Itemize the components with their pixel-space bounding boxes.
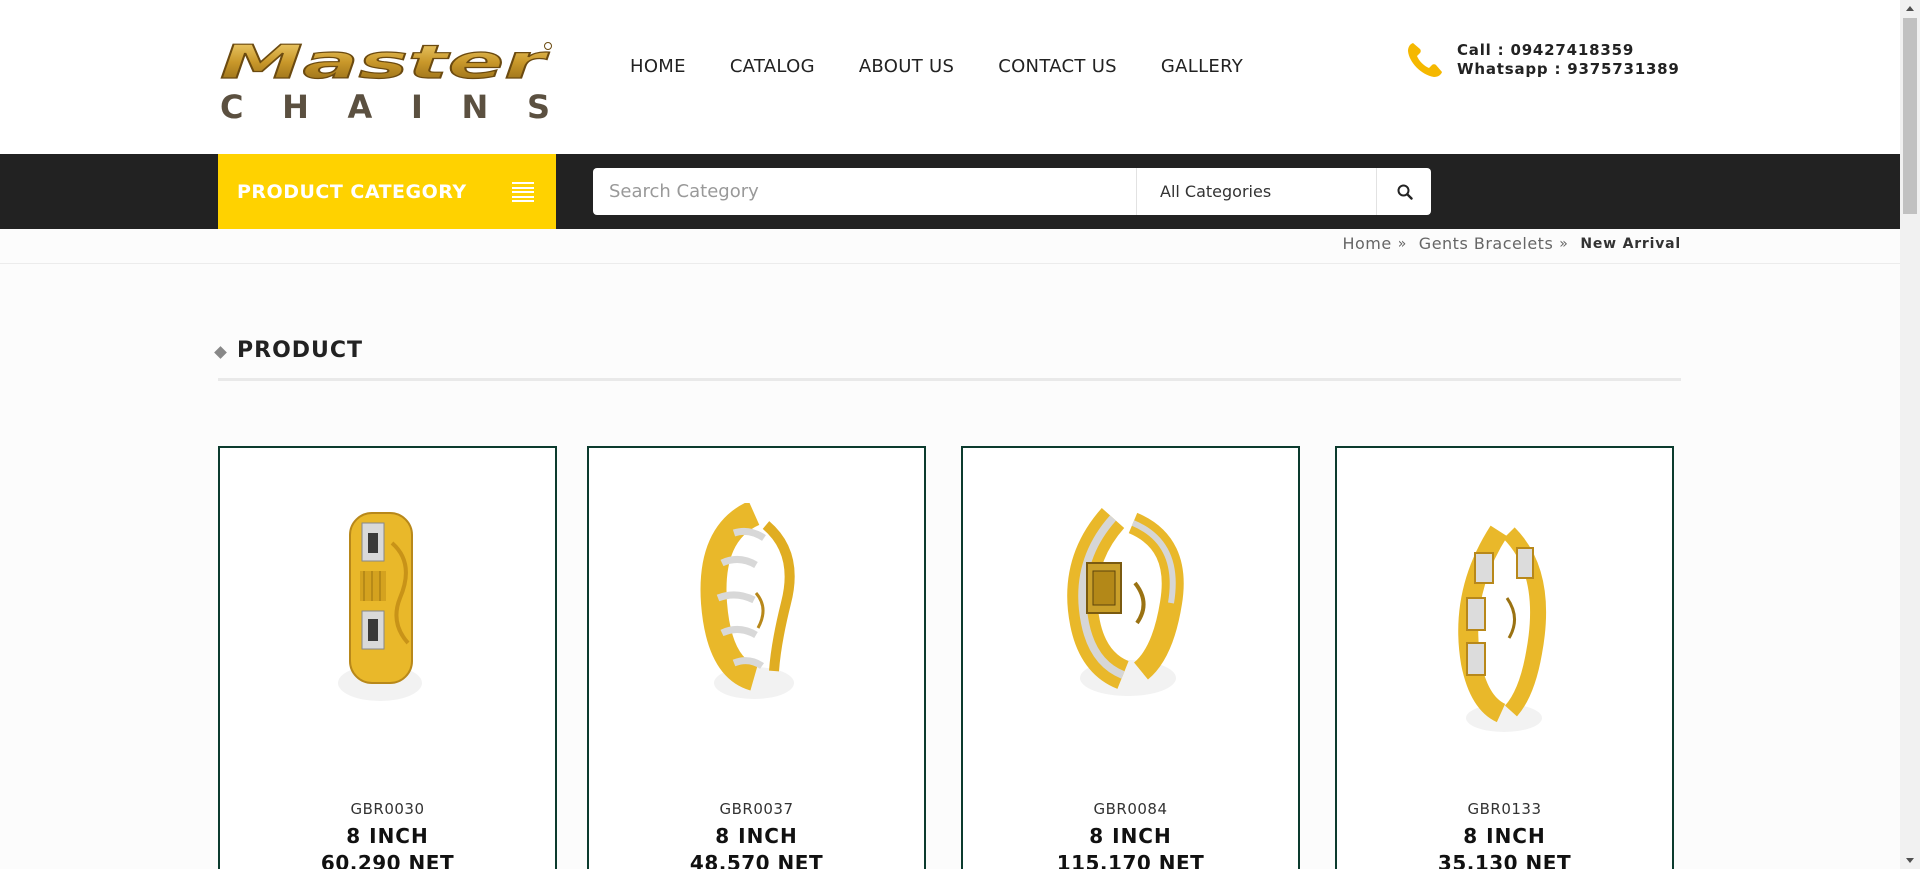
- call-number[interactable]: Call : 09427418359: [1457, 41, 1680, 60]
- search-icon: [1397, 184, 1413, 200]
- product-price: 35,130 NET: [1437, 851, 1572, 869]
- product-code: GBR0133: [1467, 800, 1542, 818]
- svg-text:CHAINS: CHAINS: [220, 88, 550, 120]
- product-category-label: PRODUCT CATEGORY: [237, 180, 467, 203]
- hamburger-menu-icon: [512, 182, 534, 203]
- phone-icon: [1408, 43, 1442, 77]
- product-code: GBR0030: [350, 800, 425, 818]
- product-code: GBR0084: [1093, 800, 1168, 818]
- page: Master CHAINS HOME CATALOG ABOUT US CONT…: [0, 0, 1900, 869]
- breadcrumb-current: New Arrival: [1580, 235, 1681, 252]
- product-size: 8 INCH: [1089, 824, 1172, 848]
- bracelet-image: [1067, 508, 1184, 696]
- product-price: 48,570 NET: [689, 851, 824, 869]
- product-size: 8 INCH: [715, 824, 798, 848]
- master-chains-logo[interactable]: Master CHAINS: [218, 38, 553, 120]
- section-title: PRODUCT: [214, 338, 364, 363]
- breadcrumb-divider: [0, 263, 1900, 264]
- scrollbar-thumb[interactable]: [1903, 18, 1917, 214]
- category-bar: PRODUCT CATEGORY All Categories: [0, 154, 1900, 229]
- vertical-scrollbar[interactable]: [1900, 0, 1920, 869]
- product-price: 60,290 NET: [320, 851, 455, 869]
- search-button[interactable]: [1376, 168, 1432, 215]
- product-price: 115,170 NET: [1056, 851, 1205, 869]
- search-input[interactable]: [593, 168, 1135, 215]
- section-title-text: PRODUCT: [237, 338, 364, 363]
- bracelet-image: [338, 512, 422, 701]
- nav-catalog[interactable]: CATALOG: [730, 56, 815, 77]
- whatsapp-number[interactable]: Whatsapp : 9375731389: [1457, 60, 1680, 79]
- scroll-up-arrow-icon[interactable]: [1900, 0, 1920, 17]
- breadcrumb-separator: »: [1559, 235, 1569, 252]
- svg-text:Master: Master: [220, 38, 551, 89]
- product-card[interactable]: GBR0030 8 INCH 60,290 NET: [218, 446, 557, 869]
- main-nav: HOME CATALOG ABOUT US CONTACT US GALLERY: [630, 56, 1287, 77]
- product-size: 8 INCH: [346, 824, 429, 848]
- nav-gallery[interactable]: GALLERY: [1161, 56, 1243, 77]
- search-box: All Categories: [593, 168, 1431, 215]
- product-category-button[interactable]: PRODUCT CATEGORY: [218, 154, 556, 229]
- section-title-rule: [218, 378, 1681, 381]
- nav-contact-us[interactable]: CONTACT US: [998, 56, 1117, 77]
- product-size: 8 INCH: [1463, 824, 1546, 848]
- breadcrumb-home[interactable]: Home: [1342, 234, 1391, 253]
- product-card[interactable]: GBR0084 8 INCH 115,170 NET: [961, 446, 1300, 869]
- product-card[interactable]: GBR0037 8 INCH 48,570 NET: [587, 446, 926, 869]
- contact-info: Call : 09427418359 Whatsapp : 9375731389: [1405, 40, 1680, 80]
- product-card[interactable]: GBR0133 8 INCH 35,130 NET: [1335, 446, 1674, 869]
- nav-about-us[interactable]: ABOUT US: [859, 56, 954, 77]
- product-code: GBR0037: [719, 800, 794, 818]
- category-select[interactable]: All Categories: [1136, 168, 1368, 215]
- top-header: Master CHAINS HOME CATALOG ABOUT US CONT…: [0, 0, 1900, 154]
- breadcrumb-separator: »: [1397, 235, 1407, 252]
- breadcrumb-gents-bracelets[interactable]: Gents Bracelets: [1419, 234, 1553, 253]
- nav-home[interactable]: HOME: [630, 56, 686, 77]
- bracelet-image: [1458, 525, 1547, 732]
- breadcrumb: Home » Gents Bracelets » New Arrival: [1342, 234, 1681, 253]
- diamond-icon: [214, 346, 227, 359]
- bracelet-image: [700, 503, 795, 699]
- scroll-down-arrow-icon[interactable]: [1900, 852, 1920, 869]
